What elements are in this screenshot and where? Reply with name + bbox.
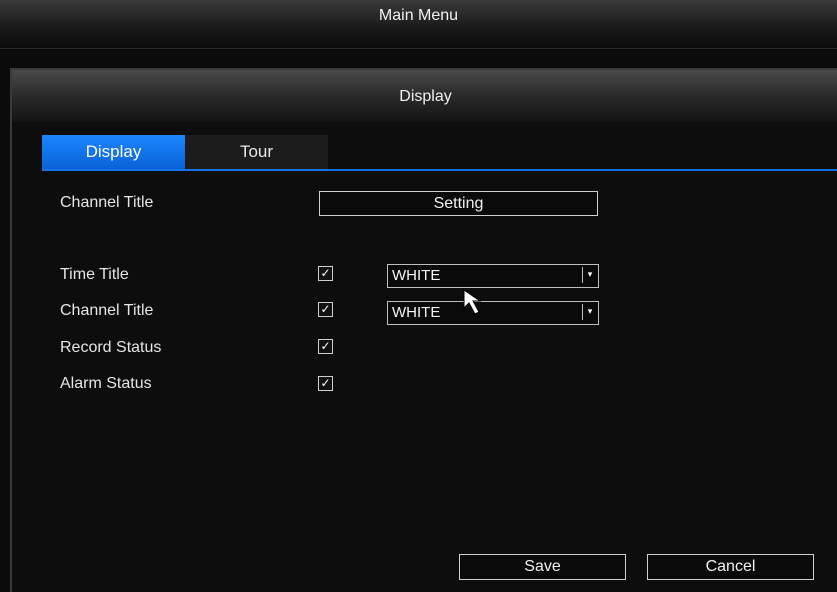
time-title-color-select[interactable]: WHITE ▾ <box>387 264 599 288</box>
main-menu-title: Main Menu <box>378 7 459 24</box>
record-status-checkbox[interactable]: ✓ <box>318 339 333 354</box>
channel-title-label: Channel Title <box>60 302 154 319</box>
dialog-header: Display <box>12 70 837 122</box>
record-status-label: Record Status <box>60 339 162 356</box>
time-title-color-value: WHITE <box>392 267 441 284</box>
cancel-button[interactable]: Cancel <box>647 554 814 580</box>
channel-title-checkbox[interactable]: ✓ <box>318 302 333 317</box>
tab-display[interactable]: Display <box>42 135 185 169</box>
channel-title-color-value: WHITE <box>392 304 441 321</box>
dialog-title: Display <box>399 88 452 105</box>
time-title-label: Time Title <box>60 266 129 283</box>
chevron-down-icon[interactable]: ▾ <box>582 304 597 320</box>
time-title-checkbox[interactable]: ✓ <box>318 266 333 281</box>
channel-title-setting-label: Channel Title <box>60 194 154 211</box>
setting-button[interactable]: Setting <box>319 191 598 216</box>
alarm-status-checkbox[interactable]: ✓ <box>318 376 333 391</box>
chevron-down-icon[interactable]: ▾ <box>582 267 597 283</box>
mouse-cursor-icon <box>463 289 482 315</box>
display-dialog: Display Display Tour Channel Title Setti… <box>10 68 837 592</box>
channel-title-color-select[interactable]: WHITE ▾ <box>387 301 599 325</box>
tab-tour[interactable]: Tour <box>185 135 328 169</box>
tab-underline <box>42 169 837 171</box>
main-menu-header: Main Menu <box>0 0 837 49</box>
dvr-screen: Main Menu Display Display Tour Channel T… <box>0 0 837 592</box>
save-button[interactable]: Save <box>459 554 626 580</box>
alarm-status-label: Alarm Status <box>60 375 152 392</box>
